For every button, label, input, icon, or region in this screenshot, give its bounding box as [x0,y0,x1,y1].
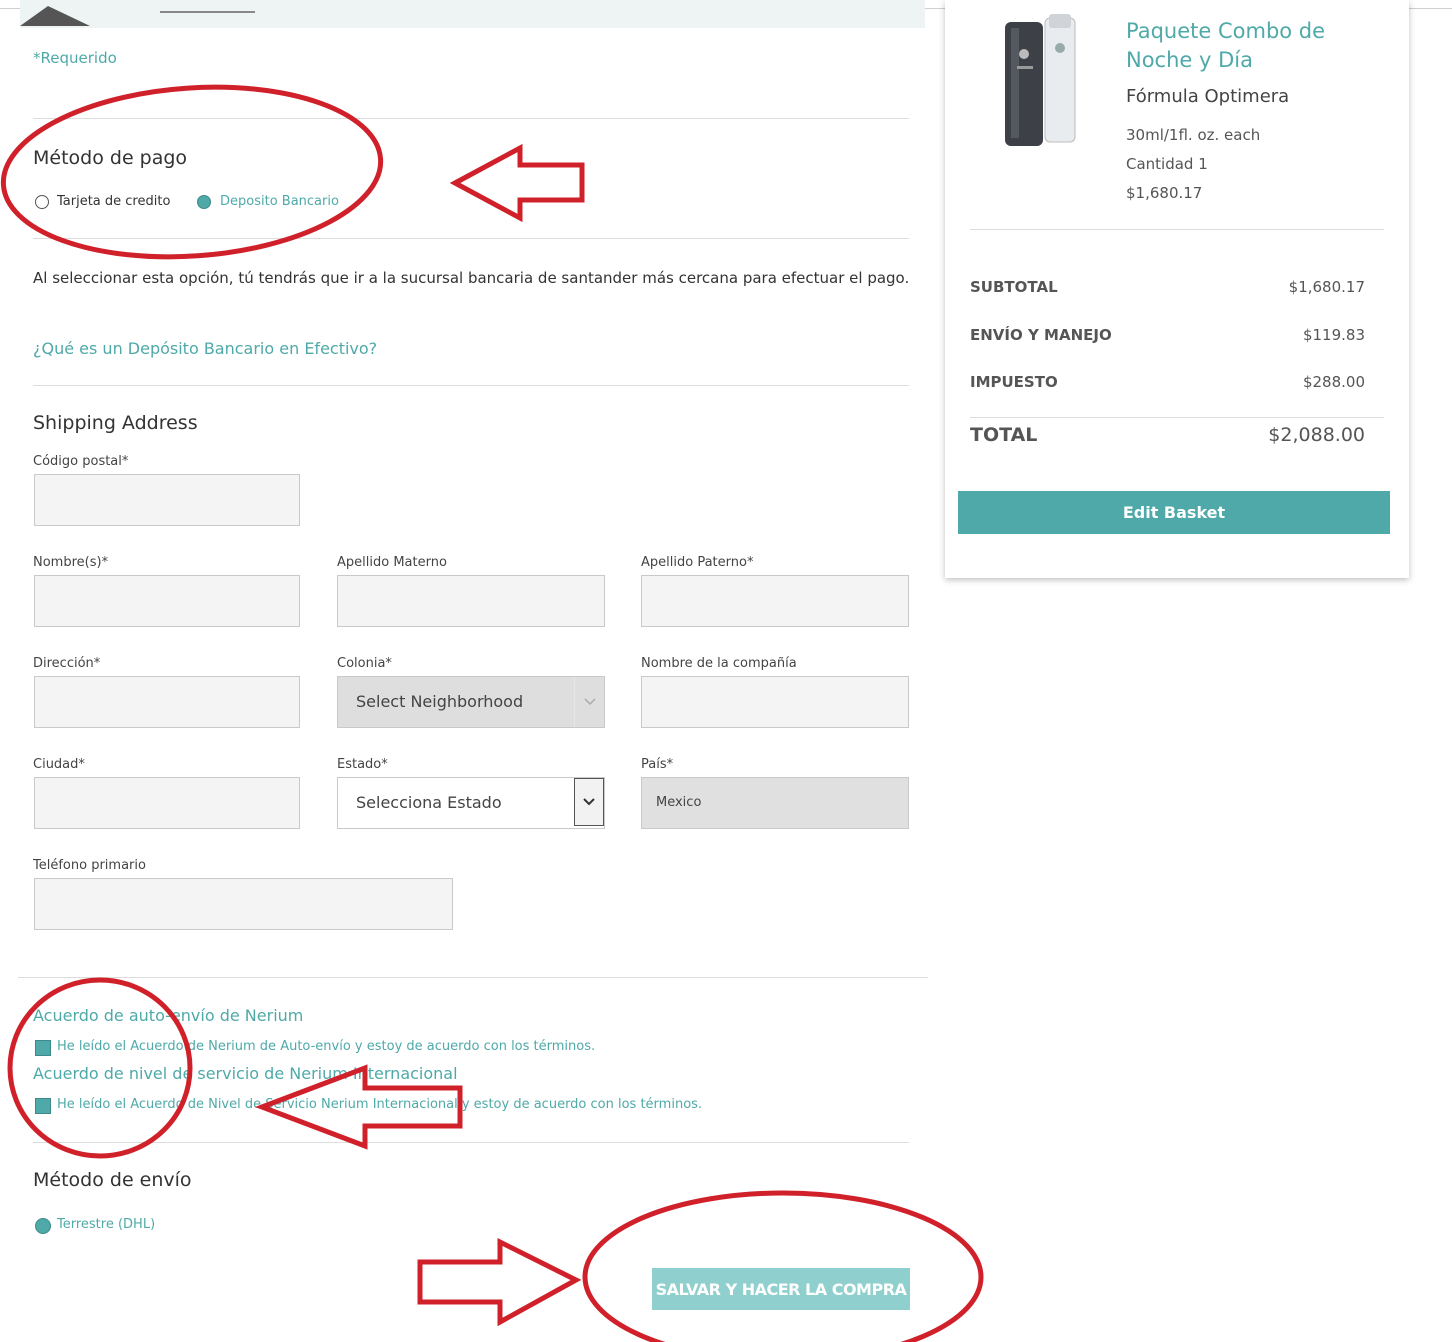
annotation-ellipse-agreements [7,977,193,1159]
annotation-arrow-agreements [254,1064,463,1150]
annotation-arrow-submit [417,1237,582,1327]
annotation-ellipse-payment [0,84,384,260]
annotation-arrow-payment [449,143,585,223]
annotation-ellipse-submit [582,1190,984,1342]
annotation-overlay [0,84,984,1342]
